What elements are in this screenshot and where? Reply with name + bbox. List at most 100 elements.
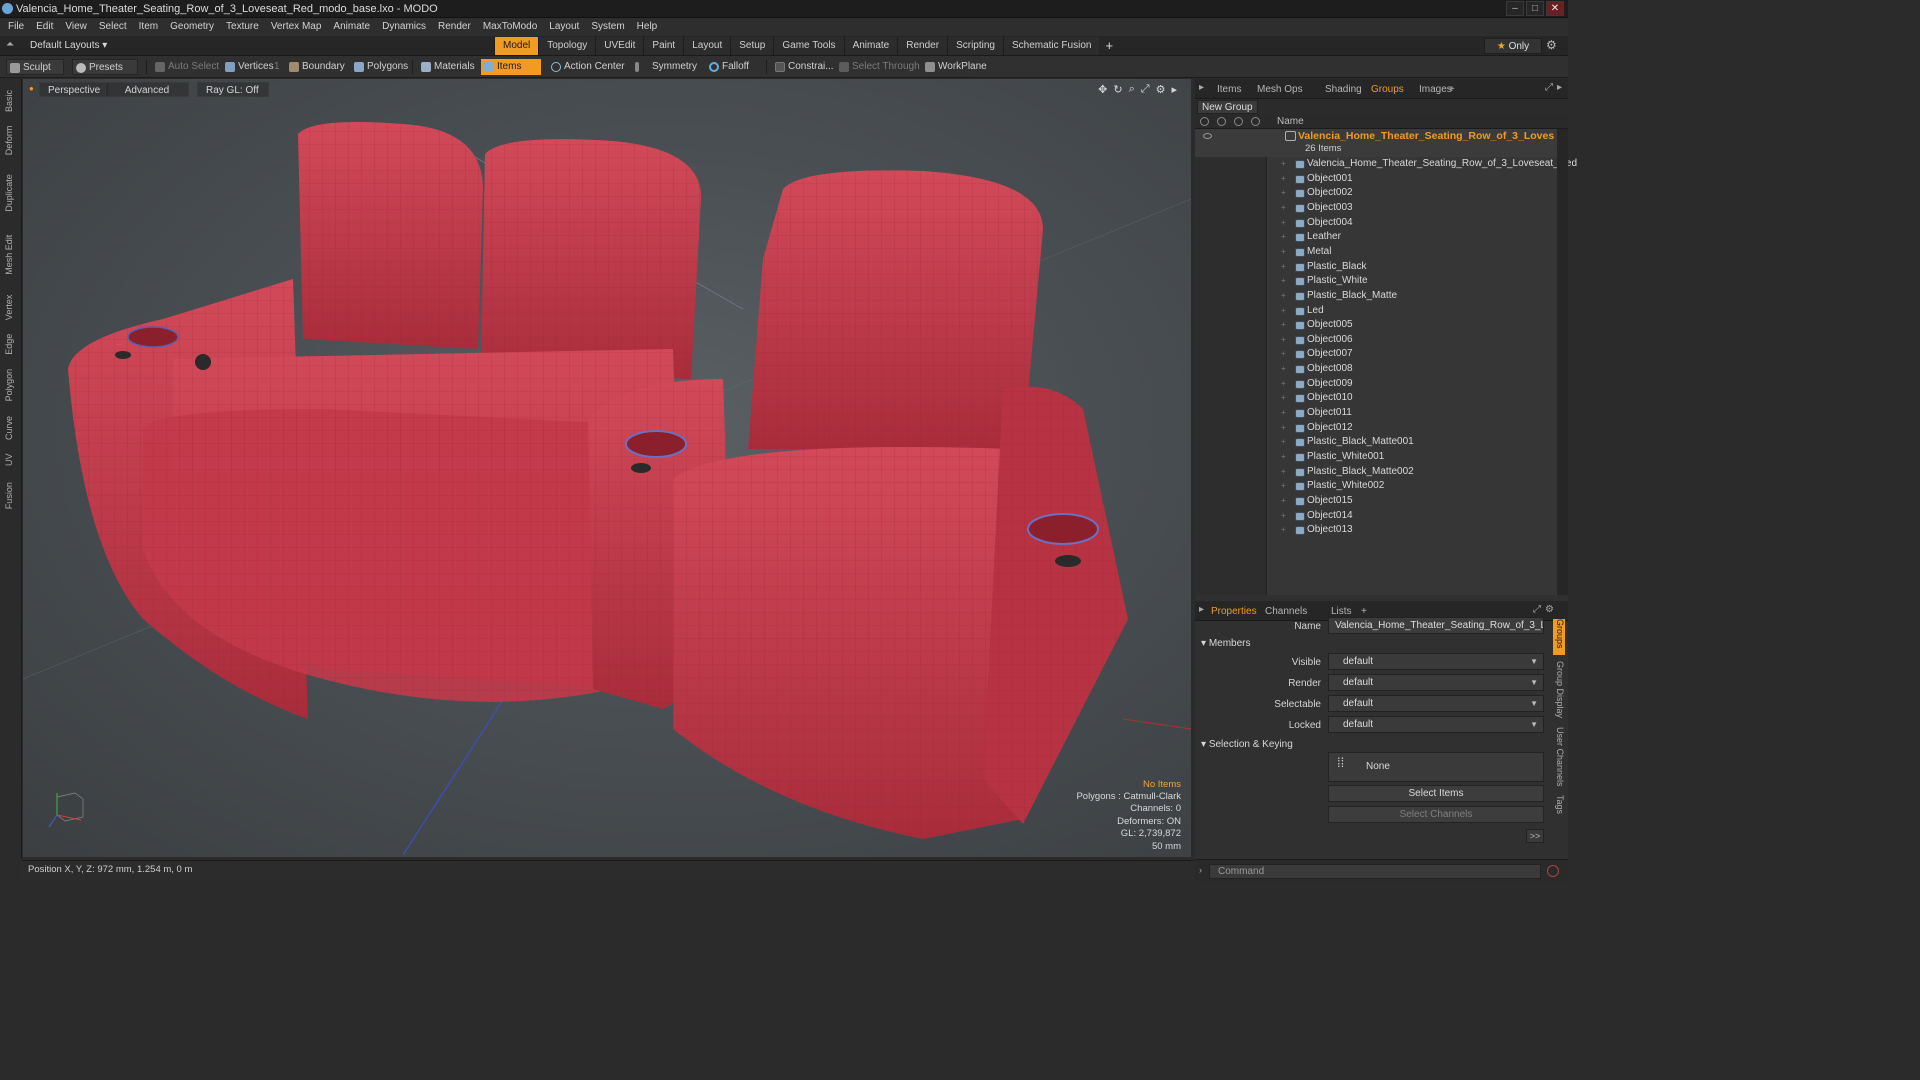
more-button[interactable]: >> (1526, 829, 1544, 843)
side-tab-user-channels[interactable]: User Channels (1553, 727, 1565, 787)
select-items-button[interactable]: Select Items (1328, 785, 1544, 802)
group-member-row[interactable]: + Object009 (1195, 377, 1557, 392)
tab-game-tools[interactable]: Game Tools (773, 37, 844, 55)
group-member-row[interactable]: + Plastic_Black (1195, 260, 1557, 275)
viewport-expand-icon[interactable]: ▸ (1171, 83, 1177, 96)
selection-keying-section[interactable]: ▾ Selection & Keying (1201, 739, 1293, 750)
action-center-button[interactable]: Action Center (548, 59, 625, 75)
tab-items[interactable]: Items (1211, 82, 1247, 98)
panel-more-icon[interactable]: ▸ (1557, 82, 1562, 93)
left-tab-vertex[interactable]: Vertex (4, 289, 18, 326)
tab-shading[interactable]: Shading (1319, 82, 1368, 98)
layout-dropdown[interactable]: Default Layouts ▾ (24, 38, 113, 54)
left-tab-uv[interactable]: UV (4, 449, 18, 471)
render-dropdown[interactable]: default ▼ (1328, 674, 1544, 691)
group-member-row[interactable]: + Object011 (1195, 406, 1557, 421)
select-through-button[interactable]: Select Through (836, 59, 920, 75)
group-member-row[interactable]: + Object003 (1195, 201, 1557, 216)
new-group-button[interactable]: New Group (1197, 100, 1258, 114)
command-history-icon[interactable] (1547, 865, 1559, 877)
tab-mesh-ops[interactable]: Mesh Ops (1251, 82, 1309, 98)
raygl-button[interactable]: Ray GL: Off (197, 82, 269, 97)
tab-paint[interactable]: Paint (643, 37, 684, 55)
tab-channels[interactable]: Channels (1259, 604, 1313, 620)
side-tab-tags[interactable]: Tags (1553, 795, 1565, 821)
only-button[interactable]: ★ Only (1484, 38, 1542, 54)
layout-collapse-icon[interactable]: ⏶ (6, 39, 14, 50)
tab-model[interactable]: Model (494, 37, 539, 55)
members-section[interactable]: ▾ Members (1201, 638, 1251, 649)
polygons-button[interactable]: Polygons (351, 59, 408, 75)
group-member-row[interactable]: + Plastic_Black_Matte (1195, 289, 1557, 304)
select-channels-button[interactable]: Select Channels (1328, 806, 1544, 823)
group-member-row[interactable]: + Object012 (1195, 421, 1557, 436)
move-view-icon[interactable]: ✥ (1098, 83, 1107, 96)
expand-icon[interactable]: + (1281, 391, 1286, 406)
maximize-button[interactable]: □ (1526, 1, 1544, 16)
tab-render[interactable]: Render (897, 37, 948, 55)
command-input[interactable]: Command (1209, 864, 1541, 879)
sculpt-button[interactable]: Sculpt (6, 59, 64, 75)
group-member-row[interactable]: + Object007 (1195, 347, 1557, 362)
expand-icon[interactable]: + (1281, 172, 1286, 187)
group-member-row[interactable]: + Object001 (1195, 172, 1557, 187)
group-member-row[interactable]: + Object013 (1195, 523, 1557, 538)
constraints-button[interactable]: Constrai... (772, 59, 834, 75)
expand-icon[interactable]: + (1281, 304, 1286, 319)
materials-button[interactable]: Materials (418, 59, 475, 75)
items-button[interactable]: Items (481, 59, 541, 75)
panel-menu-icon[interactable]: ▸ (1199, 82, 1204, 93)
symmetry-button[interactable]: Symmetry (632, 59, 697, 75)
left-tab-curve[interactable]: Curve (4, 412, 18, 443)
group-member-row[interactable]: + Object004 (1195, 216, 1557, 231)
shading-advanced-button[interactable]: Advanced (105, 82, 189, 97)
tree-scrollbar[interactable] (1557, 129, 1568, 595)
expand-icon[interactable]: + (1281, 260, 1286, 275)
expand-icon[interactable]: + (1281, 362, 1286, 377)
properties-expand-icon[interactable]: ⤢ (1533, 604, 1541, 615)
tab-uvedit[interactable]: UVEdit (595, 37, 644, 55)
group-member-row[interactable]: + Plastic_White001 (1195, 450, 1557, 465)
menu-vertex-map[interactable]: Vertex Map (265, 18, 328, 36)
gear-icon[interactable]: ⚙ (1546, 38, 1557, 52)
menu-file[interactable]: File (2, 18, 30, 36)
close-button[interactable]: ✕ (1546, 1, 1564, 16)
expand-icon[interactable]: + (1281, 230, 1286, 245)
tab-topology[interactable]: Topology (538, 37, 596, 55)
tab-properties[interactable]: Properties (1205, 604, 1263, 620)
expand-icon[interactable]: + (1281, 479, 1286, 494)
minimize-button[interactable]: – (1506, 1, 1524, 16)
selectable-dropdown[interactable]: default ▼ (1328, 695, 1544, 712)
expand-icon[interactable]: + (1281, 523, 1286, 538)
tab-setup[interactable]: Setup (730, 37, 774, 55)
workplane-button[interactable]: WorkPlane (922, 59, 987, 75)
add-tab-button[interactable]: + (1099, 37, 1119, 55)
name-column-header[interactable]: Name (1277, 116, 1304, 127)
menu-view[interactable]: View (59, 18, 93, 36)
group-member-row[interactable]: + Object005 (1195, 318, 1557, 333)
eye-icon[interactable] (1203, 133, 1212, 139)
command-expand-icon[interactable]: › (1199, 865, 1202, 875)
expand-icon[interactable]: + (1281, 406, 1286, 421)
rotate-view-icon[interactable]: ↻ (1113, 83, 1122, 96)
expand-icon[interactable]: + (1281, 216, 1286, 231)
expand-icon[interactable]: + (1281, 186, 1286, 201)
menu-item[interactable]: Item (133, 18, 164, 36)
expand-icon[interactable]: + (1281, 494, 1286, 509)
left-tab-deform[interactable]: Deform (4, 122, 18, 159)
select-column-icon[interactable] (1251, 117, 1260, 126)
locked-dropdown[interactable]: default ▼ (1328, 716, 1544, 733)
auto-select-button[interactable]: Auto Select (152, 59, 219, 75)
group-member-row[interactable]: + Object010 (1195, 391, 1557, 406)
group-member-row[interactable]: + Led (1195, 304, 1557, 319)
zoom-view-icon[interactable]: ⌕ (1129, 83, 1135, 96)
group-member-row[interactable]: + Object006 (1195, 333, 1557, 348)
group-member-row[interactable]: + Metal (1195, 245, 1557, 260)
falloff-button[interactable]: Falloff (706, 59, 749, 75)
tab-scripting[interactable]: Scripting (947, 37, 1003, 55)
menu-layout[interactable]: Layout (543, 18, 585, 36)
view-perspective-button[interactable]: Perspective (39, 82, 110, 97)
menu-maxtomodo[interactable]: MaxToModo (477, 18, 543, 36)
expand-icon[interactable]: + (1281, 509, 1286, 524)
side-tab-groups[interactable]: Groups (1553, 619, 1565, 655)
